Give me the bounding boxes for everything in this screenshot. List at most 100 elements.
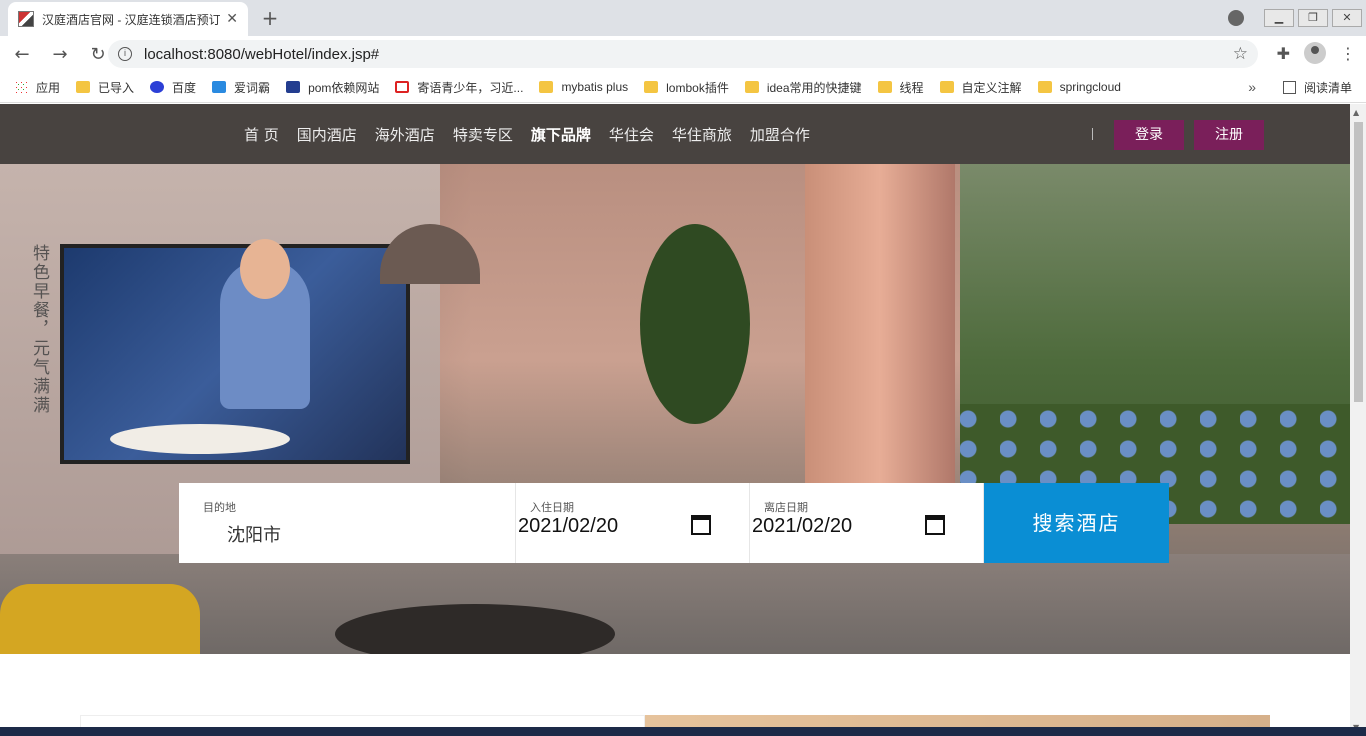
- mvn-icon: [286, 81, 301, 93]
- forward-icon[interactable]: →: [44, 44, 76, 65]
- hero-breakfast-plate: [110, 424, 290, 454]
- bookmark-item[interactable]: 爱词霸: [212, 79, 270, 96]
- browser-tab[interactable]: 汉庭酒店官网 - 汉庭连锁酒店预订 ✕: [8, 2, 248, 36]
- checkin-date-input[interactable]: 2021/02/20: [518, 515, 618, 538]
- nav-link[interactable]: 国内酒店: [297, 124, 357, 145]
- scrollbar-thumb[interactable]: [1354, 122, 1363, 402]
- nav-link[interactable]: 华住会: [609, 124, 654, 145]
- bookmark-item[interactable]: 应用: [14, 79, 60, 96]
- bookmarks-bar: 应用 已导入 百度 爱词霸 pom依赖网站 寄语青少年，习近... mybatis plus…: [0, 72, 1366, 103]
- site-header: 首 页国内酒店 海外酒店 特卖专区 旗下品牌 华住会 华住商旅 加盟合作 登录 注册: [0, 104, 1350, 164]
- checkin-calendar-icon[interactable]: [691, 515, 711, 535]
- nav-divider: [1092, 128, 1093, 140]
- bookmark-item[interactable]: pom依赖网站: [286, 79, 379, 96]
- extensions-icon[interactable]: ✚: [1277, 44, 1290, 63]
- reading-list-label: 阅读清单: [1303, 80, 1352, 95]
- bookmark-label: mybatis plus: [561, 80, 629, 94]
- reading-list-icon: [1282, 80, 1296, 94]
- close-window-button[interactable]: ✕: [1332, 9, 1362, 27]
- bookmarks-overflow-icon[interactable]: »: [1248, 79, 1256, 95]
- window-controls: ▁ ❐ ✕: [1228, 0, 1366, 36]
- hero-plant: [640, 224, 750, 424]
- site-info-icon[interactable]: i: [118, 47, 132, 61]
- scroll-up-icon[interactable]: ▲: [1353, 108, 1359, 117]
- main-nav: 首 页国内酒店 海外酒店 特卖专区 旗下品牌 华住会 华住商旅 加盟合作: [235, 104, 819, 164]
- profile-avatar-icon[interactable]: [1304, 42, 1326, 64]
- jiyu-icon: [395, 81, 410, 93]
- bookmark-item[interactable]: 寄语青少年，习近...: [395, 79, 523, 96]
- back-icon[interactable]: ←: [6, 44, 38, 65]
- nav-link[interactable]: 加盟合作: [750, 124, 810, 145]
- checkout-field[interactable]: 离店日期 2021/02/20: [750, 483, 984, 563]
- web-page: 首 页国内酒店 海外酒店 特卖专区 旗下品牌 华住会 华住商旅 加盟合作 登录 注册 特色早…: [0, 104, 1350, 736]
- bookmark-label: 自定义注解: [961, 80, 1022, 95]
- folder-icon: [1037, 81, 1052, 93]
- browser-toolbar: ← → ↻ i localhost:8080/webHotel/index.js…: [0, 36, 1366, 72]
- bookmark-label: 已导入: [98, 80, 135, 95]
- checkout-date-input[interactable]: 2021/02/20: [752, 515, 852, 538]
- checkin-field[interactable]: 入住日期 2021/02/20: [516, 483, 750, 563]
- baidu-icon: [150, 81, 165, 93]
- hotel-search-bar: 目的地 沈阳市 入住日期 2021/02/20 离店日期 2021/02/20 …: [179, 483, 1169, 563]
- nav-link[interactable]: 华住商旅: [672, 124, 732, 145]
- hero-person-head: [240, 239, 290, 299]
- search-hotel-button[interactable]: 搜索酒店: [984, 483, 1169, 563]
- nav-link[interactable]: 海外酒店: [375, 124, 435, 145]
- bookmark-label: springcloud: [1059, 80, 1121, 94]
- checkout-calendar-icon[interactable]: [925, 515, 945, 535]
- bookmark-item[interactable]: lombok插件: [644, 79, 729, 96]
- new-tab-button[interactable]: +: [258, 6, 282, 30]
- bookmark-item[interactable]: idea常用的快捷键: [744, 79, 862, 96]
- bookmark-label: idea常用的快捷键: [766, 80, 862, 95]
- os-taskbar: [0, 727, 1366, 736]
- bookmark-label: 爱词霸: [234, 80, 271, 95]
- site-favicon-icon: [18, 11, 34, 27]
- bookmark-star-icon[interactable]: ☆: [1233, 44, 1248, 64]
- nav-link[interactable]: 特卖专区: [453, 124, 513, 145]
- bookmark-item[interactable]: 线程: [877, 79, 924, 96]
- page-scrollbar[interactable]: ▲ ▼: [1350, 104, 1366, 736]
- destination-input[interactable]: 沈阳市: [227, 521, 281, 547]
- hero-slogan: 特色早餐，元气满满: [29, 244, 49, 415]
- hero-floor: [0, 554, 1350, 654]
- login-button[interactable]: 登录: [1114, 120, 1184, 150]
- bookmark-label: lombok插件: [666, 80, 729, 95]
- browser-tab-bar: 汉庭酒店官网 - 汉庭连锁酒店预订 ✕ + ▁ ❐ ✕: [0, 0, 1366, 36]
- tab-search-icon[interactable]: [1228, 10, 1244, 26]
- minimize-button[interactable]: ▁: [1264, 9, 1294, 27]
- folder-icon: [939, 81, 954, 93]
- close-tab-icon[interactable]: ✕: [226, 11, 238, 27]
- destination-field[interactable]: 目的地 沈阳市: [179, 483, 516, 563]
- folder-icon: [744, 81, 759, 93]
- nav-link[interactable]: 旗下品牌: [531, 124, 591, 145]
- folder-icon: [877, 81, 892, 93]
- tab-title: 汉庭酒店官网 - 汉庭连锁酒店预订: [42, 12, 221, 27]
- bookmark-item[interactable]: 百度: [150, 79, 196, 96]
- bookmark-item[interactable]: springcloud: [1037, 80, 1121, 94]
- address-bar[interactable]: i localhost:8080/webHotel/index.jsp# ☆: [108, 40, 1258, 68]
- hero-pillar: [805, 164, 955, 484]
- bookmark-label: 寄语青少年，习近...: [417, 80, 524, 95]
- bookmark-item[interactable]: 已导入: [76, 79, 134, 96]
- bookmark-label: 百度: [172, 80, 197, 95]
- browser-menu-icon[interactable]: ⋮: [1340, 44, 1356, 63]
- reading-list-button[interactable]: 阅读清单: [1282, 79, 1352, 96]
- restore-button[interactable]: ❐: [1298, 9, 1328, 27]
- toolbar-actions: ✚ ⋮: [1277, 42, 1356, 64]
- apps-icon: [14, 80, 28, 94]
- bookmark-label: 应用: [36, 80, 61, 95]
- destination-label: 目的地: [203, 501, 236, 514]
- bookmark-item[interactable]: 自定义注解: [939, 79, 1022, 96]
- url-text[interactable]: localhost:8080/webHotel/index.jsp#: [144, 46, 379, 63]
- nav-link[interactable]: 首 页: [244, 124, 279, 145]
- bookmark-item[interactable]: mybatis plus: [539, 80, 628, 94]
- hero-yellow-chair: [0, 584, 200, 654]
- checkin-label: 入住日期: [530, 501, 574, 514]
- bookmark-label: 线程: [899, 80, 924, 95]
- checkout-label: 离店日期: [764, 501, 808, 514]
- register-button[interactable]: 注册: [1194, 120, 1264, 150]
- aici-icon: [212, 81, 227, 93]
- folder-icon: [644, 81, 659, 93]
- bookmark-label: pom依赖网站: [308, 80, 380, 95]
- hero-banner[interactable]: 特色早餐，元气满满: [0, 164, 1350, 654]
